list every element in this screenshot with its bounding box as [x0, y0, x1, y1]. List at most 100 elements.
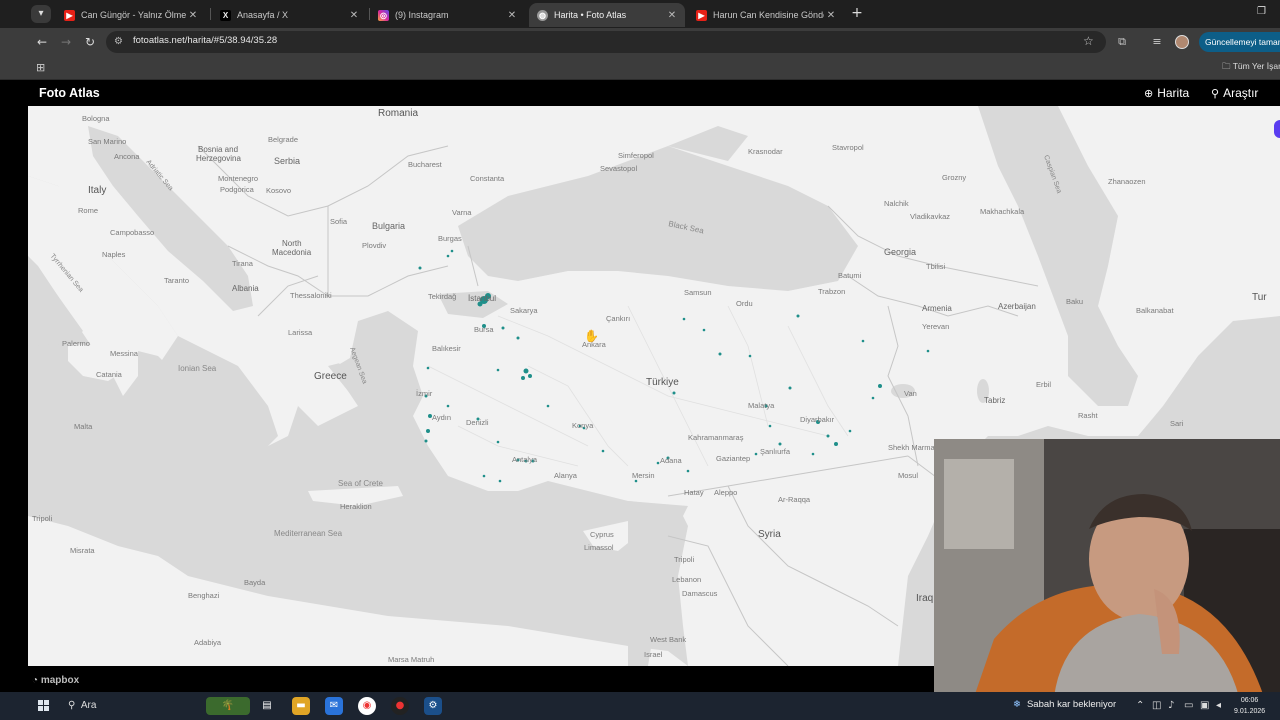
label-tbilisi: Tbilisi: [926, 262, 946, 271]
label-misrata: Misrata: [70, 546, 95, 555]
tab-youtube-harun-can[interactable]: ▶ Harun Can Kendisine Gönderm ✕: [688, 3, 844, 27]
label-diyarbakir: Diyarbakır: [800, 415, 835, 424]
apps-grid-icon[interactable]: ⊞: [36, 61, 45, 74]
label-campobasso: Campobasso: [110, 228, 154, 237]
profile-avatar[interactable]: [1175, 35, 1189, 49]
label-mediterranean-sea: Mediterranean Sea: [274, 529, 343, 538]
tab-instagram[interactable]: ◎ (9) Instagram ✕: [370, 3, 525, 27]
label-simferopol: Simferopol: [618, 151, 654, 160]
label-trabzon: Trabzon: [818, 287, 845, 296]
windows-start-icon[interactable]: [38, 700, 50, 712]
label-west-bank: West Bank: [650, 635, 686, 644]
mapbox-logo[interactable]: ◔ mapbox: [32, 675, 79, 686]
label-tripoli-lebanon: Tripoli: [674, 555, 694, 564]
bookmark-star-icon[interactable]: ☆: [1083, 34, 1094, 48]
label-istanbul: İstanbul: [468, 294, 496, 303]
label-catania: Catania: [96, 370, 123, 379]
label-ordu: Ordu: [736, 299, 753, 308]
tab-title: Harun Can Kendisine Gönderm: [713, 10, 824, 20]
close-icon[interactable]: ✕: [665, 10, 679, 21]
label-vladikavkaz: Vladikavkaz: [910, 212, 950, 221]
tab-title: (9) Instagram: [395, 10, 449, 20]
site-logo[interactable]: Foto Atlas: [39, 86, 100, 100]
display-icon[interactable]: ▣: [1200, 700, 1209, 711]
label-bursa: Bursa: [474, 325, 494, 334]
speaker-icon[interactable]: ◂: [1216, 700, 1221, 711]
label-lebanon: Lebanon: [672, 575, 701, 584]
label-grozny: Grozny: [942, 173, 966, 182]
label-balikesir: Balıkesir: [432, 344, 461, 353]
label-cyprus: Cyprus: [590, 530, 614, 539]
webcam-image: [934, 439, 1280, 697]
palm-tree-widget-icon[interactable]: 🌴: [206, 697, 250, 715]
network-icon[interactable]: ▭: [1184, 700, 1193, 711]
label-belgrade: Belgrade: [268, 135, 298, 144]
bookmarks-bar: ⊞ 🗀 Tüm Yer İşaretleri: [0, 56, 1280, 80]
outlook-icon[interactable]: ✉: [325, 697, 343, 715]
label-samsun: Samsun: [684, 288, 712, 297]
chrome-icon[interactable]: ◉: [358, 697, 376, 715]
taskbar-clock[interactable]: 06:06 9.01.2026: [1234, 695, 1265, 717]
all-bookmarks-folder[interactable]: 🗀 Tüm Yer İşaretleri: [1222, 61, 1280, 75]
site-info-icon[interactable]: ⚙: [114, 35, 128, 49]
youtube-icon: ▶: [696, 9, 707, 21]
label-limassol: Limassol: [584, 543, 614, 552]
label-tekirdag: Tekirdağ: [428, 292, 456, 301]
label-kahramanmaras: Kahramanmaraş: [688, 433, 744, 442]
label-batumi: Batumi: [838, 271, 862, 280]
weather-widget[interactable]: ❄ Sabah kar bekleniyor: [1013, 699, 1116, 710]
label-adana: Adana: [660, 456, 683, 465]
url-text: fotoatlas.net/harita/#5/38.94/35.28: [133, 35, 278, 46]
tab-foto-atlas[interactable]: ◍ Harita • Foto Atlas ✕: [529, 3, 685, 27]
label-sari: Sari: [1170, 419, 1184, 428]
task-view-icon[interactable]: ▤: [258, 697, 276, 715]
extensions-icon[interactable]: ⧉: [1115, 35, 1129, 49]
nav-map-link[interactable]: ⊕ Harita: [1144, 86, 1189, 100]
close-icon[interactable]: ✕: [186, 10, 200, 21]
nav-search-label: Araştır: [1223, 86, 1259, 100]
back-button[interactable]: ←: [34, 34, 50, 50]
restore-window-icon[interactable]: ❐: [1257, 6, 1266, 17]
file-explorer-icon[interactable]: ▬: [292, 697, 310, 715]
close-icon[interactable]: ✕: [505, 10, 519, 21]
label-tripoli: Tripoli: [32, 514, 52, 523]
tray-app-icon[interactable]: ◫: [1152, 700, 1161, 711]
all-bookmarks-label: Tüm Yer İşaretleri: [1232, 61, 1280, 71]
label-heraklion: Heraklion: [340, 502, 372, 511]
microphone-icon[interactable]: ♪: [1168, 700, 1174, 711]
nav-search-link[interactable]: ⚲ Araştır: [1211, 86, 1258, 100]
label-sofia: Sofia: [330, 217, 348, 226]
label-malatya: Malatya: [748, 401, 775, 410]
tab-youtube-can-gungor[interactable]: ▶ Can Güngör - Yalnız Ölmek - Yo ✕: [56, 3, 206, 27]
taskbar-search[interactable]: ⚲ Ara: [62, 696, 202, 716]
reload-button[interactable]: ↻: [82, 34, 98, 50]
instagram-icon: ◎: [378, 9, 389, 21]
label-montenegro: Montenegro: [218, 174, 258, 183]
label-romania: Romania: [378, 108, 418, 119]
address-bar[interactable]: ⚙ fotoatlas.net/harita/#5/38.94/35.28 ☆: [106, 31, 1106, 53]
label-benghazi: Benghazi: [188, 591, 220, 600]
update-button[interactable]: Güncellemeyi tamamla: [1199, 32, 1280, 52]
media-control-icon[interactable]: ≡: [1150, 35, 1164, 49]
menu-icon[interactable]: ⋮: [1276, 85, 1280, 99]
tab-search-button[interactable]: ▾: [31, 5, 51, 23]
new-tab-button[interactable]: +: [849, 5, 865, 21]
label-nalchik: Nalchik: [884, 199, 909, 208]
steam-icon[interactable]: ⚙: [424, 697, 442, 715]
person-search-icon: ⚲: [1211, 87, 1220, 100]
label-rasht: Rasht: [1078, 411, 1099, 420]
label-bologna: Bologna: [82, 114, 110, 123]
label-taranto: Taranto: [164, 276, 189, 285]
label-baku: Baku: [1066, 297, 1083, 306]
label-larissa: Larissa: [288, 328, 313, 337]
close-icon[interactable]: ✕: [347, 10, 361, 21]
obs-recorder-icon[interactable]: ●: [391, 697, 409, 715]
close-icon[interactable]: ✕: [824, 10, 838, 21]
map-side-control[interactable]: [1274, 120, 1280, 138]
label-malta: Malta: [74, 422, 93, 431]
forward-button[interactable]: →: [58, 34, 74, 50]
label-bulgaria: Bulgaria: [372, 221, 405, 231]
tab-x[interactable]: X Anasayfa / X ✕: [212, 3, 367, 27]
chevron-up-icon[interactable]: ⌃: [1136, 700, 1144, 711]
clock-date: 9.01.2026: [1234, 708, 1266, 715]
